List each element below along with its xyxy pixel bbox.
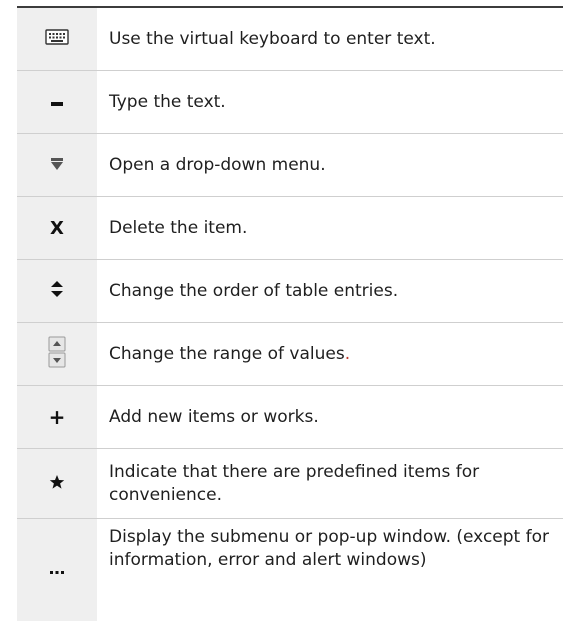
row-description-suffix: . (344, 343, 351, 364)
row-description: Delete the item. (109, 217, 248, 238)
row-description-text: Change the range of values (109, 343, 345, 364)
icon-cell (17, 134, 97, 196)
star-icon (49, 474, 65, 494)
table-row: Display the submenu or pop-up window. (e… (17, 519, 563, 621)
row-description: Open a drop-down menu. (109, 154, 326, 175)
icon-cell (17, 449, 97, 518)
table-row: Change the order of table entries. (17, 260, 563, 323)
table-row: + Add new items or works. (17, 386, 563, 449)
icon-cell (17, 8, 97, 70)
icon-cell: + (17, 386, 97, 448)
table-row: X Delete the item. (17, 197, 563, 260)
icon-cell (17, 323, 97, 385)
row-description: Add new items or works. (109, 406, 319, 427)
icon-legend-table: Use the virtual keyboard to enter text. … (17, 6, 563, 621)
row-description: Display the submenu or pop-up window. (e… (109, 527, 549, 570)
table-row: Open a drop-down menu. (17, 134, 563, 197)
table-row: Use the virtual keyboard to enter text. (17, 8, 563, 71)
row-description: Change the order of table entries. (109, 280, 399, 301)
icon-cell (17, 71, 97, 133)
table-row: Indicate that there are predefined items… (17, 449, 563, 519)
more-ellipsis-icon (49, 561, 65, 580)
text-cursor-icon (49, 92, 65, 112)
table-row: Type the text. (17, 71, 563, 134)
keyboard-icon (45, 29, 69, 49)
icon-cell (17, 260, 97, 322)
spinner-arrows-icon (48, 336, 66, 372)
table-row: Change the range of values. (17, 323, 563, 386)
sort-order-icon (50, 280, 64, 302)
icon-cell: X (17, 197, 97, 259)
dropdown-arrow-icon (49, 156, 65, 175)
icon-cell (17, 519, 97, 621)
row-description: Use the virtual keyboard to enter text. (109, 28, 436, 49)
delete-x-icon: X (50, 217, 64, 239)
plus-icon: + (48, 405, 66, 429)
row-description: Indicate that there are predefined items… (109, 461, 480, 505)
row-description: Type the text. (109, 91, 226, 112)
row-description: Change the range of values. (97, 323, 563, 385)
